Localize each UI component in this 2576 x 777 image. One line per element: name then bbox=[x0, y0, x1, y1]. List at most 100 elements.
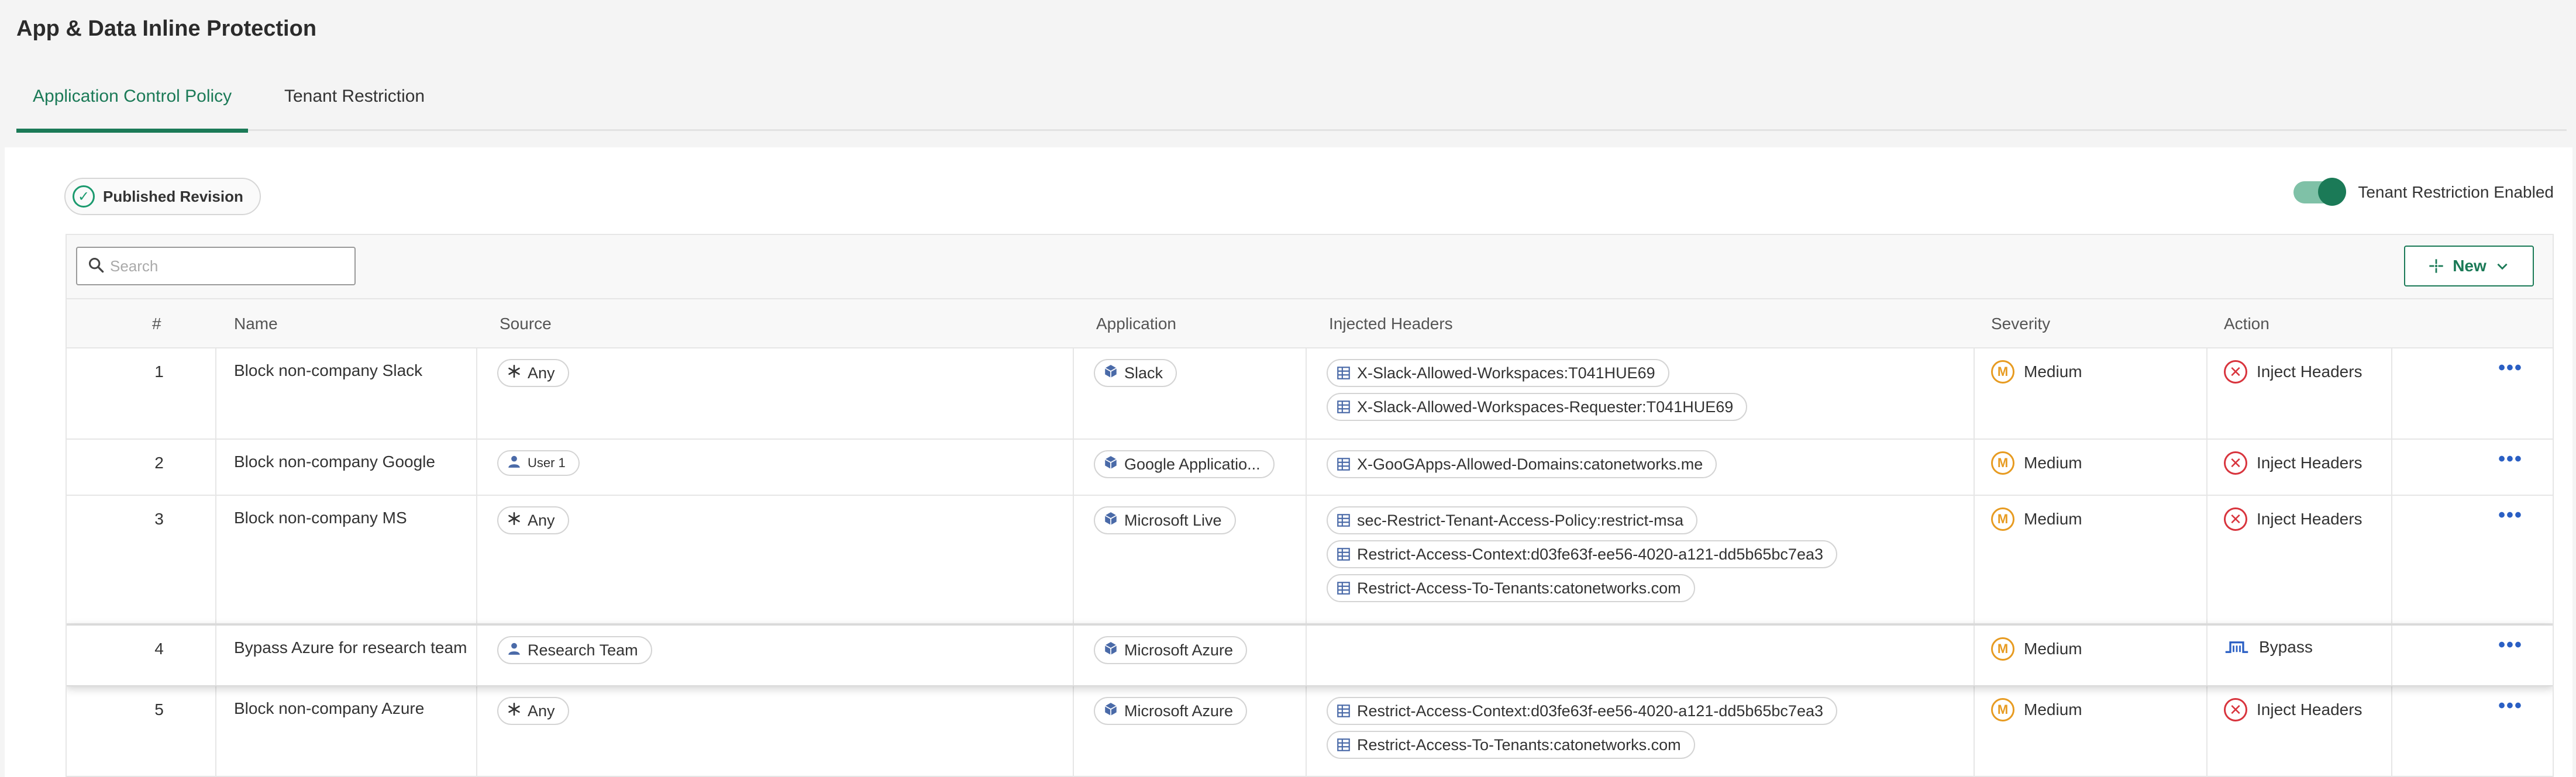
severity-medium-icon: M bbox=[1991, 360, 2014, 384]
column-divider bbox=[476, 348, 477, 438]
revision-label: Published Revision bbox=[103, 187, 243, 205]
check-circle-icon: ✓ bbox=[73, 185, 95, 208]
more-options-icon[interactable]: ••• bbox=[2493, 634, 2528, 657]
user-icon bbox=[507, 454, 522, 472]
severity-medium-icon: M bbox=[1991, 507, 2014, 531]
severity: M Medium bbox=[1991, 451, 2082, 475]
table-row[interactable]: 5 Block non-company Azure Any Microsoft … bbox=[67, 686, 2553, 776]
injected-headers: sec-Restrict-Tenant-Access-Policy:restri… bbox=[1327, 506, 1838, 608]
source-pill[interactable]: Any bbox=[497, 359, 569, 387]
severity-medium-icon: M bbox=[1991, 698, 2014, 721]
source-pill[interactable]: Any bbox=[497, 697, 569, 725]
rule-number: 2 bbox=[154, 454, 164, 472]
severity: M Medium bbox=[1991, 637, 2082, 661]
rule-name[interactable]: Block non-company Google bbox=[234, 453, 435, 471]
source-pill[interactable]: Research Team bbox=[497, 636, 652, 664]
action: ✕ Inject Headers bbox=[2224, 451, 2363, 475]
column-divider bbox=[215, 496, 216, 623]
more-options-icon[interactable]: ••• bbox=[2493, 695, 2528, 717]
header-text: X-Slack-Allowed-Workspaces:T041HUE69 bbox=[1357, 364, 1655, 382]
col-application-header[interactable]: Application bbox=[1096, 315, 1176, 333]
more-options-icon[interactable]: ••• bbox=[2493, 504, 2528, 527]
toggle-knob bbox=[2318, 178, 2347, 206]
header-text: sec-Restrict-Tenant-Access-Policy:restri… bbox=[1357, 511, 1684, 529]
column-divider bbox=[476, 496, 477, 623]
severity-label: Medium bbox=[2024, 454, 2082, 472]
block-icon: ✕ bbox=[2224, 698, 2247, 721]
application-label: Microsoft Azure bbox=[1124, 702, 1234, 720]
column-divider bbox=[476, 686, 477, 776]
action: ✕ Inject Headers bbox=[2224, 507, 2363, 531]
published-revision-badge[interactable]: ✓ Published Revision bbox=[64, 178, 261, 215]
source-label: Any bbox=[528, 511, 555, 529]
table-row[interactable]: 4 Bypass Azure for research team Researc… bbox=[67, 624, 2553, 686]
col-source-header[interactable]: Source bbox=[500, 315, 552, 333]
asterisk-icon bbox=[507, 702, 522, 721]
column-divider bbox=[1073, 496, 1074, 623]
rule-name[interactable]: Block non-company Azure bbox=[234, 699, 424, 718]
column-divider bbox=[1306, 348, 1307, 438]
col-action-header[interactable]: Action bbox=[2224, 315, 2270, 333]
source-label: User 1 bbox=[528, 455, 566, 470]
search-input[interactable] bbox=[110, 257, 354, 275]
col-severity-header[interactable]: Severity bbox=[1991, 315, 2050, 333]
column-divider bbox=[2391, 686, 2392, 776]
header-pill: Restrict-Access-Context:d03fe63f-ee56-40… bbox=[1327, 540, 1838, 568]
column-divider bbox=[1974, 496, 1975, 623]
col-headers-header[interactable]: Injected Headers bbox=[1329, 315, 1453, 333]
source-pill[interactable]: User 1 bbox=[497, 450, 580, 476]
column-divider bbox=[1974, 440, 1975, 495]
table-header: # Name Source Application Injected Heade… bbox=[67, 299, 2553, 348]
column-divider bbox=[215, 440, 216, 495]
column-divider bbox=[2391, 496, 2392, 623]
source-pill[interactable]: Any bbox=[497, 506, 569, 534]
table-toolbar: New bbox=[67, 235, 2553, 299]
tenant-restriction-label: Tenant Restriction Enabled bbox=[2358, 183, 2554, 201]
tab-bar: Application Control Policy Tenant Restri… bbox=[16, 82, 2567, 133]
column-divider bbox=[2206, 686, 2207, 776]
application-label: Microsoft Azure bbox=[1124, 641, 1234, 659]
rule-number: 3 bbox=[154, 510, 164, 528]
application-pill[interactable]: Slack bbox=[1094, 359, 1177, 387]
action-label: Inject Headers bbox=[2257, 362, 2363, 381]
rule-name[interactable]: Block non-company Slack bbox=[234, 361, 422, 380]
col-name-header[interactable]: Name bbox=[234, 315, 278, 333]
column-divider bbox=[1974, 686, 1975, 776]
column-divider bbox=[215, 686, 216, 776]
more-options-icon[interactable]: ••• bbox=[2493, 448, 2528, 471]
header-pill: Restrict-Access-To-Tenants:catonetworks.… bbox=[1327, 731, 1695, 759]
application-pill[interactable]: Microsoft Azure bbox=[1094, 697, 1248, 725]
application-icon bbox=[1103, 511, 1118, 530]
header-pill: Restrict-Access-To-Tenants:catonetworks.… bbox=[1327, 574, 1695, 602]
header-text: X-GooGApps-Allowed-Domains:catonetworks.… bbox=[1357, 455, 1703, 473]
policy-panel: ✓ Published Revision Tenant Restriction … bbox=[5, 147, 2572, 777]
severity-label: Medium bbox=[2024, 700, 2082, 719]
more-options-icon[interactable]: ••• bbox=[2493, 357, 2528, 379]
new-rule-button[interactable]: New bbox=[2404, 246, 2534, 286]
application-pill[interactable]: Google Applicatio... bbox=[1094, 450, 1275, 478]
table-body: 1 Block non-company Slack Any Slack X-Sl… bbox=[67, 348, 2553, 776]
application-pill[interactable]: Microsoft Azure bbox=[1094, 636, 1248, 664]
tab-tenant-restriction[interactable]: Tenant Restriction bbox=[284, 87, 460, 131]
table-row[interactable]: 3 Block non-company MS Any Microsoft Liv… bbox=[67, 496, 2553, 624]
table-row[interactable]: 2 Block non-company Google User 1 Google… bbox=[67, 440, 2553, 496]
application-label: Google Applicatio... bbox=[1124, 455, 1261, 473]
column-divider bbox=[2206, 626, 2207, 685]
tab-application-control-policy[interactable]: Application Control Policy bbox=[16, 87, 248, 133]
action: ✕ Inject Headers bbox=[2224, 360, 2363, 384]
rule-name[interactable]: Bypass Azure for research team bbox=[234, 638, 467, 657]
application-icon bbox=[1103, 702, 1118, 721]
rule-number: 5 bbox=[154, 700, 164, 719]
header-pill: X-Slack-Allowed-Workspaces:T041HUE69 bbox=[1327, 359, 1669, 387]
table-row[interactable]: 1 Block non-company Slack Any Slack X-Sl… bbox=[67, 348, 2553, 440]
rule-name[interactable]: Block non-company MS bbox=[234, 509, 407, 527]
tenant-restriction-toggle[interactable] bbox=[2293, 178, 2347, 206]
application-pill[interactable]: Microsoft Live bbox=[1094, 506, 1236, 534]
severity-label: Medium bbox=[2024, 362, 2082, 381]
application-label: Slack bbox=[1124, 364, 1163, 382]
header-pill: X-Slack-Allowed-Workspaces-Requester:T04… bbox=[1327, 393, 1748, 421]
column-divider bbox=[1306, 440, 1307, 495]
header-text: Restrict-Access-To-Tenants:catonetworks.… bbox=[1357, 735, 1681, 754]
search-icon bbox=[88, 257, 104, 273]
severity: M Medium bbox=[1991, 360, 2082, 384]
